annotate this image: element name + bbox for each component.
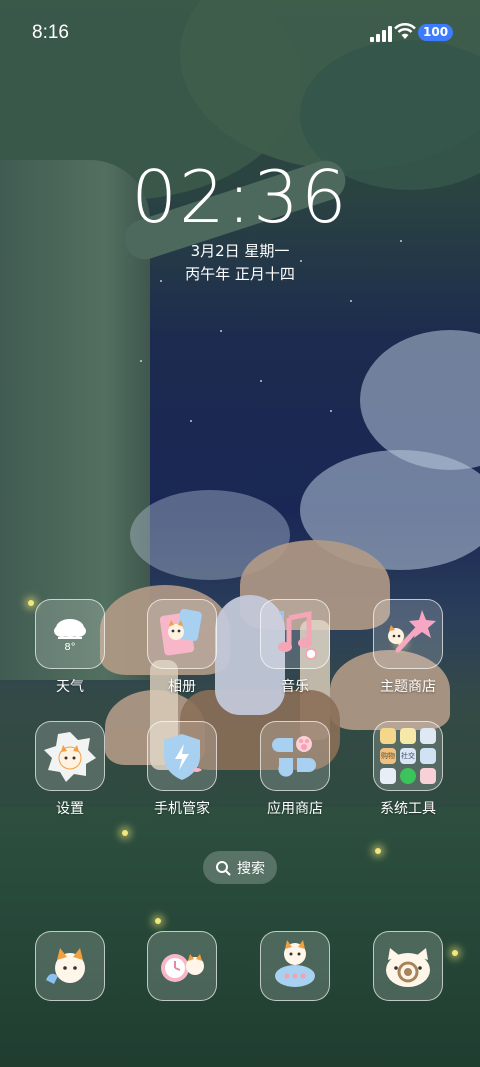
music-app-icon [260,599,330,669]
folder-mini-label-shopping: 购物 [380,748,396,764]
dock-app-camera[interactable] [363,931,453,1001]
clock-time[interactable]: 02:36 [0,155,480,239]
search-label: 搜索 [237,860,265,877]
app-settings[interactable]: 设置 [25,721,115,818]
status-bar: 8:16 100 [0,0,480,64]
app-label-settings: 设置 [56,801,84,817]
app-label-app-store: 应用商店 [267,801,323,817]
app-label-system-tools: 系统工具 [380,801,436,817]
app-store-app-icon [260,721,330,791]
theme-store-app-icon [373,599,443,669]
cat-camera-icon [373,931,443,1001]
app-phone-manager[interactable]: 手机管家 [137,721,227,818]
clock-lunar-date: 丙午年 正月十四 [185,265,295,283]
weather-app-icon: 8° [35,599,105,669]
wifi-icon [394,23,416,39]
dock-app-phone[interactable] [25,931,115,1001]
app-music[interactable]: 音乐 [250,599,340,696]
gallery-app-icon [147,599,217,669]
app-weather[interactable]: 8° 天气 [25,599,115,696]
folder-mini-label-social: 社交 [400,748,416,764]
app-folder-system-tools[interactable]: 购物 社交 系统工具 [363,721,453,818]
search-button[interactable]: 搜索 [203,851,277,884]
dock-app-messages[interactable] [250,931,340,1001]
app-label-theme-store: 主题商店 [380,679,436,695]
weather-temperature: 8° [64,642,76,653]
folder-mini-app-icon [400,768,416,784]
system-tools-folder-icon: 购物 社交 [373,721,443,791]
cat-phone-icon [35,931,105,1001]
signal-icon [370,26,392,42]
clock-date: 3月2日 星期一 [190,242,290,260]
phone-manager-app-icon [147,721,217,791]
search-icon [216,860,231,875]
cat-message-icon [260,931,330,1001]
app-label-phone-manager: 手机管家 [154,801,210,817]
folder-mini-app-icon [420,768,436,784]
dock-app-clock[interactable] [137,931,227,1001]
settings-app-icon [35,721,105,791]
cat-clock-icon [147,931,217,1001]
folder-mini-app-icon [420,748,436,764]
app-label-music: 音乐 [281,679,309,695]
folder-mini-app-icon [380,728,396,744]
folder-mini-app-icon [420,728,436,744]
app-label-weather: 天气 [56,679,84,695]
app-theme-store[interactable]: 主题商店 [363,599,453,696]
folder-mini-app-icon [380,768,396,784]
app-app-store[interactable]: 应用商店 [250,721,340,818]
status-time: 8:16 [32,22,69,43]
app-gallery[interactable]: 相册 [137,599,227,696]
battery-indicator: 100 [418,24,454,41]
folder-mini-app-icon [400,728,416,744]
app-label-gallery: 相册 [168,679,196,695]
